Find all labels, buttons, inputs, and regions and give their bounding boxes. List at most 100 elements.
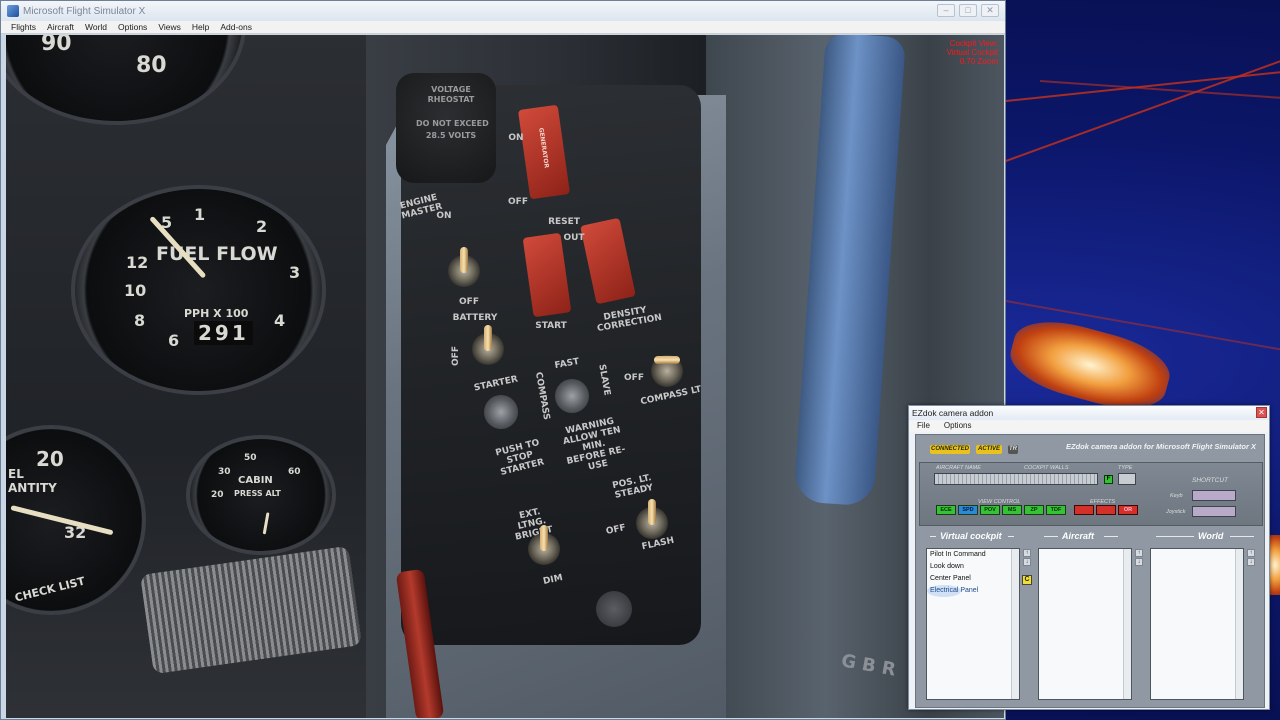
effect-button-3[interactable]: OR bbox=[1118, 505, 1138, 515]
column-rule bbox=[1008, 536, 1014, 537]
overlay-line: Cockpit View: bbox=[949, 39, 998, 48]
cabin-tick: 50 bbox=[244, 453, 257, 463]
close-button[interactable]: ✕ bbox=[981, 4, 999, 17]
view-control-pov[interactable]: POV bbox=[980, 505, 1000, 515]
gauge-number: 80 bbox=[136, 53, 167, 78]
quantity-label: EL ANTITY bbox=[8, 467, 57, 495]
starter-button[interactable] bbox=[484, 395, 518, 429]
list-scrollbar[interactable] bbox=[1123, 549, 1131, 699]
aircraft-name-field[interactable] bbox=[934, 473, 1098, 485]
menu-help[interactable]: Help bbox=[192, 22, 209, 32]
effect-button-2[interactable] bbox=[1096, 505, 1116, 515]
battery-label: BATTERY bbox=[452, 313, 498, 323]
active-badge[interactable]: ACTIVE bbox=[976, 445, 1002, 454]
cockpit-view[interactable]: 90 80 5 1 2 3 4 12 10 8 6 FUEL FLOW PPH … bbox=[6, 35, 1004, 718]
battery-off-label: OFF bbox=[451, 346, 461, 366]
joystick-shortcut-field[interactable] bbox=[1192, 506, 1236, 517]
fsx-titlebar[interactable]: Microsoft Flight Simulator X – □ ✕ bbox=[1, 1, 1005, 21]
type-field[interactable] bbox=[1118, 473, 1136, 485]
list-item[interactable]: Pilot In Command bbox=[927, 549, 1019, 561]
panel-knob[interactable] bbox=[596, 591, 632, 627]
aircraft-list[interactable] bbox=[1038, 548, 1132, 700]
cabin-tick: 60 bbox=[288, 467, 301, 477]
rheostat-label: RHEOSTAT bbox=[427, 95, 475, 104]
fsx-app-icon bbox=[7, 5, 19, 17]
fsx-window-title: Microsoft Flight Simulator X bbox=[23, 5, 146, 17]
gauge-number: 90 bbox=[41, 35, 72, 56]
ezdok-settings-panel: AIRCRAFT NAME COCKPIT WALLS TYPE F VIEW … bbox=[919, 462, 1263, 526]
engine-master-on-label: ON bbox=[436, 211, 452, 221]
effect-button-1[interactable] bbox=[1074, 505, 1094, 515]
ezdok-heading: EZdok camera addon for Microsoft Flight … bbox=[1066, 442, 1257, 451]
maximize-button[interactable]: □ bbox=[959, 4, 977, 17]
joystick-label: Joystick bbox=[1166, 509, 1186, 515]
fuel-flow-number: 12 bbox=[126, 253, 149, 272]
column-rule bbox=[1044, 536, 1058, 537]
aircraft-name-label: AIRCRAFT NAME bbox=[936, 465, 981, 471]
view-control-ms[interactable]: MS bbox=[1002, 505, 1022, 515]
fsx-window: Microsoft Flight Simulator X – □ ✕ Fligh… bbox=[0, 0, 1006, 720]
overlay-line: 0.70 Zoom bbox=[959, 57, 998, 66]
fuel-flow-units: PPH X 100 bbox=[184, 307, 249, 320]
menu-aircraft[interactable]: Aircraft bbox=[47, 22, 74, 32]
ezdok-window: EZdok camera addon ✕ File Options CONNEC… bbox=[908, 405, 1270, 710]
connected-badge: CONNECTED bbox=[930, 445, 970, 454]
tr-badge[interactable]: TR bbox=[1008, 445, 1018, 454]
list-scrollbar[interactable] bbox=[1235, 549, 1243, 699]
engine-master-switch[interactable] bbox=[448, 247, 480, 287]
out-label: OUT bbox=[563, 233, 585, 243]
virtual-cockpit-list[interactable]: Pilot In Command Look down Center Panel … bbox=[926, 548, 1020, 700]
menu-options[interactable]: Options bbox=[118, 22, 147, 32]
column-rule bbox=[1156, 536, 1194, 537]
keyb-shortcut-field[interactable] bbox=[1192, 490, 1236, 501]
minimize-button[interactable]: – bbox=[937, 4, 955, 17]
exterior-light-switch[interactable] bbox=[528, 525, 560, 565]
move-down-icon[interactable]: ↓ bbox=[1247, 558, 1255, 566]
view-control-zp[interactable]: ZP bbox=[1024, 505, 1044, 515]
world-list[interactable] bbox=[1150, 548, 1244, 700]
fuel-flow-number: 1 bbox=[194, 205, 206, 224]
view-control-tdf[interactable]: TDF bbox=[1046, 505, 1066, 515]
view-control-ece[interactable]: ECE bbox=[936, 505, 956, 515]
menu-addons[interactable]: Add-ons bbox=[220, 22, 252, 32]
ezdok-menu-file[interactable]: File bbox=[917, 420, 930, 432]
cabin-label: CABIN bbox=[238, 475, 273, 486]
ezdok-titlebar[interactable]: EZdok camera addon bbox=[909, 406, 1269, 420]
menu-flights[interactable]: Flights bbox=[11, 22, 36, 32]
move-up-icon[interactable]: ↑ bbox=[1135, 549, 1143, 557]
fuel-flow-readout: 291 bbox=[194, 321, 253, 345]
fuel-flow-number: 6 bbox=[168, 331, 180, 350]
c-button[interactable]: C bbox=[1022, 575, 1032, 585]
menu-world[interactable]: World bbox=[85, 22, 107, 32]
view-control-spd[interactable]: SPD bbox=[958, 505, 978, 515]
list-scrollbar[interactable] bbox=[1011, 549, 1019, 699]
on-label: ON bbox=[508, 133, 524, 143]
off-label: OFF bbox=[508, 197, 528, 207]
quantity-number: 20 bbox=[36, 447, 64, 471]
menu-views[interactable]: Views bbox=[158, 22, 181, 32]
volts-label: 28.5 VOLTS bbox=[425, 131, 477, 140]
column-rule bbox=[930, 536, 936, 537]
cabin-tick: 30 bbox=[218, 467, 231, 477]
move-down-icon[interactable]: ↓ bbox=[1135, 558, 1143, 566]
battery-switch[interactable] bbox=[472, 325, 504, 365]
ezdok-menu-options[interactable]: Options bbox=[944, 420, 972, 432]
list-item-selected[interactable]: Electrical Panel bbox=[927, 585, 978, 597]
view-status-overlay: Cockpit View: Virtual Cockpit 0.70 Zoom bbox=[947, 39, 998, 66]
fuel-flow-number: 8 bbox=[134, 311, 146, 330]
aircraft-order-buttons: ↑ ↓ bbox=[1134, 548, 1144, 567]
position-light-switch[interactable] bbox=[636, 499, 668, 539]
list-item[interactable]: Center Panel bbox=[927, 573, 1019, 585]
move-up-icon[interactable]: ↑ bbox=[1023, 549, 1031, 557]
wallpaper-streak bbox=[1005, 57, 1280, 162]
move-up-icon[interactable]: ↑ bbox=[1247, 549, 1255, 557]
move-down-icon[interactable]: ↓ bbox=[1023, 558, 1031, 566]
keyb-label: Keyb bbox=[1170, 493, 1183, 499]
compass-switch[interactable] bbox=[555, 379, 589, 413]
column-rule bbox=[1104, 536, 1118, 537]
aircraft-confirm-button[interactable]: F bbox=[1104, 475, 1113, 484]
virtual-cockpit-order-buttons: ↑ ↓ bbox=[1022, 548, 1032, 567]
list-item[interactable]: Look down bbox=[927, 561, 1019, 573]
ezdok-close-button[interactable]: ✕ bbox=[1256, 407, 1267, 418]
compass-light-switch[interactable] bbox=[651, 355, 683, 387]
